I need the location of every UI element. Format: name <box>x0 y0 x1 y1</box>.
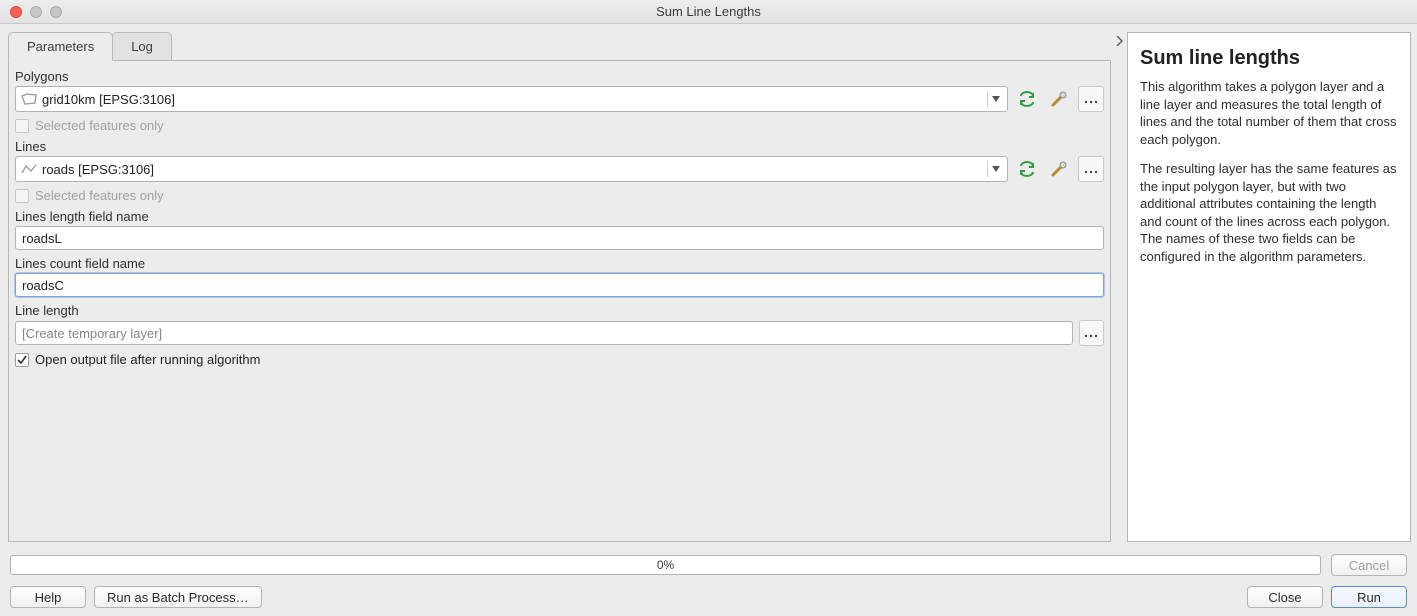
polygons-selected-only-check: Selected features only <box>15 118 1104 133</box>
select-polygons-source-button[interactable] <box>1078 86 1104 112</box>
select-lines-source-button[interactable] <box>1078 156 1104 182</box>
window-controls <box>0 6 62 18</box>
minimize-window-icon[interactable] <box>30 6 42 18</box>
help-panel: Sum line lengths This algorithm takes a … <box>1127 32 1411 542</box>
help-title: Sum line lengths <box>1140 47 1398 70</box>
lines-layer-combo[interactable]: roads [EPSG:3106] <box>15 156 1008 182</box>
help-paragraph-1: This algorithm takes a polygon layer and… <box>1140 78 1398 148</box>
polygons-selected-only-label: Selected features only <box>35 118 164 133</box>
lines-layer-value: roads [EPSG:3106] <box>42 162 154 177</box>
label-polygons: Polygons <box>15 69 1104 84</box>
progress-bar: 0% <box>10 555 1321 575</box>
titlebar: Sum Line Lengths <box>0 0 1417 24</box>
tab-log[interactable]: Log <box>112 32 172 60</box>
tab-parameters[interactable]: Parameters <box>8 32 113 61</box>
progress-text: 0% <box>657 558 674 572</box>
advanced-lines-button[interactable] <box>1046 156 1072 182</box>
lines-selected-only-label: Selected features only <box>35 188 164 203</box>
length-field-input[interactable] <box>15 226 1104 250</box>
open-output-check[interactable]: Open output file after running algorithm <box>15 352 1104 367</box>
close-button[interactable]: Close <box>1247 586 1323 608</box>
chevron-down-icon <box>987 91 1003 107</box>
lines-selected-only-check: Selected features only <box>15 188 1104 203</box>
close-window-icon[interactable] <box>10 6 22 18</box>
polygons-layer-combo[interactable]: grid10km [EPSG:3106] <box>15 86 1008 112</box>
iterate-lines-button[interactable] <box>1014 156 1040 182</box>
window-title: Sum Line Lengths <box>0 4 1417 19</box>
advanced-polygons-button[interactable] <box>1046 86 1072 112</box>
polygon-layer-icon <box>20 92 38 106</box>
iterate-polygons-button[interactable] <box>1014 86 1040 112</box>
help-paragraph-2: The resulting layer has the same feature… <box>1140 160 1398 265</box>
polygons-layer-value: grid10km [EPSG:3106] <box>42 92 175 107</box>
run-batch-button[interactable]: Run as Batch Process… <box>94 586 262 608</box>
chevron-down-icon <box>987 161 1003 177</box>
parameters-panel: Polygons grid10km [EPSG:3106] <box>8 60 1111 542</box>
line-layer-icon <box>20 162 38 176</box>
label-output: Line length <box>15 303 1104 318</box>
zoom-window-icon[interactable] <box>50 6 62 18</box>
tabstrip: Parameters Log <box>8 32 1111 60</box>
checkbox-checked-icon <box>15 353 29 367</box>
run-button[interactable]: Run <box>1331 586 1407 608</box>
help-button[interactable]: Help <box>10 586 86 608</box>
checkbox-icon <box>15 189 29 203</box>
label-length-field: Lines length field name <box>15 209 1104 224</box>
output-input[interactable] <box>15 321 1073 345</box>
select-output-button[interactable] <box>1079 320 1104 346</box>
count-field-input[interactable] <box>15 273 1104 297</box>
splitter-handle[interactable] <box>1111 32 1127 542</box>
label-lines: Lines <box>15 139 1104 154</box>
open-output-label: Open output file after running algorithm <box>35 352 260 367</box>
label-count-field: Lines count field name <box>15 256 1104 271</box>
checkbox-icon <box>15 119 29 133</box>
footer: 0% Cancel Help Run as Batch Process… Clo… <box>0 548 1417 616</box>
cancel-button: Cancel <box>1331 554 1407 576</box>
